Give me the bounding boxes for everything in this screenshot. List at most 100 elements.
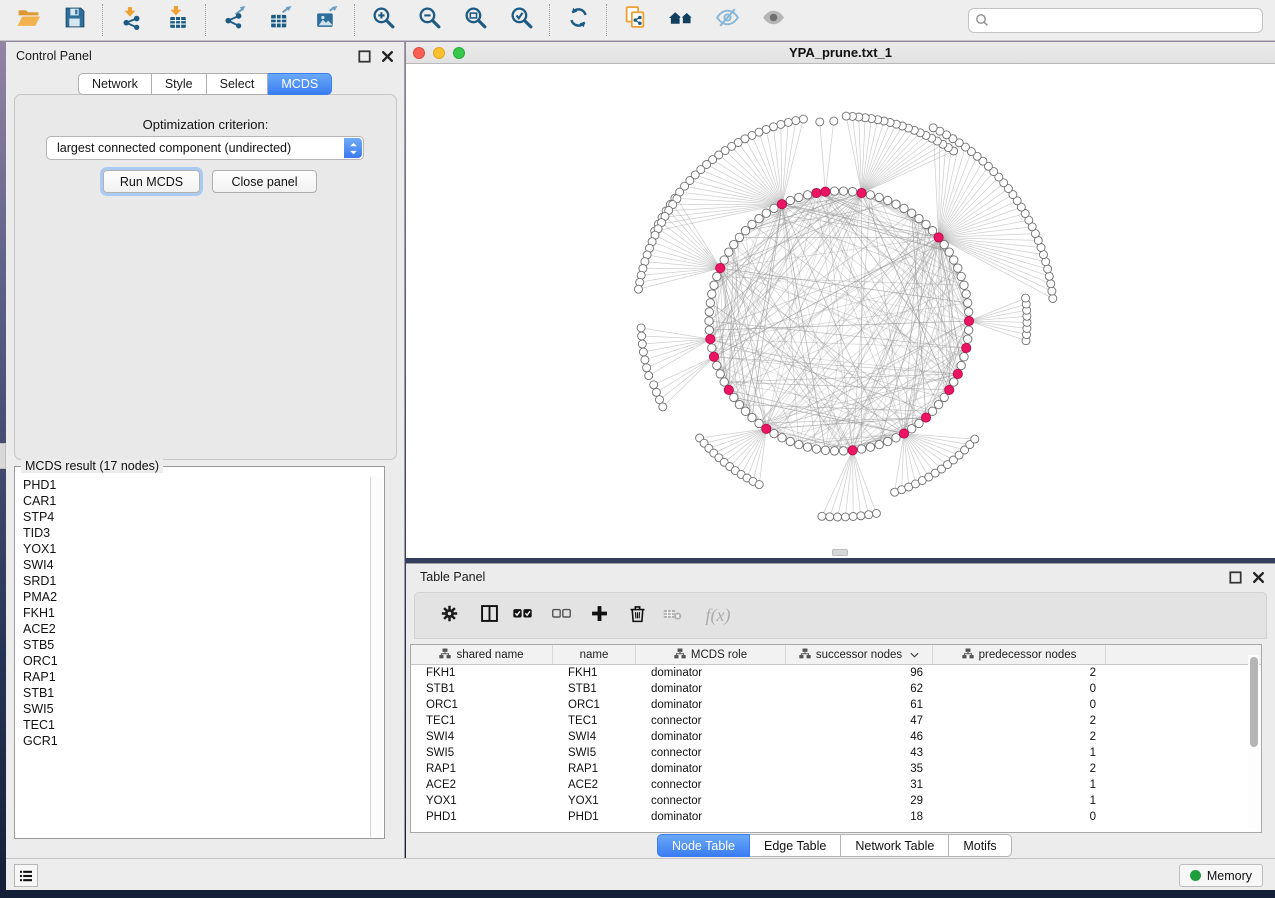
network-node[interactable] bbox=[830, 117, 838, 125]
mcds-result-item[interactable]: GCR1 bbox=[16, 733, 370, 749]
network-node[interactable] bbox=[849, 513, 857, 521]
column-header-name[interactable]: name bbox=[553, 645, 636, 664]
hide-selected-button[interactable] bbox=[713, 6, 741, 34]
network-hub-node[interactable] bbox=[848, 446, 857, 455]
mcds-result-item[interactable]: SWI5 bbox=[16, 701, 370, 717]
network-node[interactable] bbox=[816, 118, 824, 126]
network-node[interactable] bbox=[892, 200, 900, 208]
network-node[interactable] bbox=[839, 187, 847, 195]
network-node[interactable] bbox=[659, 403, 667, 411]
network-hub-node[interactable] bbox=[812, 188, 821, 197]
close-panel-icon[interactable] bbox=[1252, 571, 1265, 584]
tab-edge-table[interactable]: Edge Table bbox=[750, 834, 841, 857]
mcds-result-item[interactable]: ORC1 bbox=[16, 653, 370, 669]
mcds-result-item[interactable]: ACE2 bbox=[16, 621, 370, 637]
network-node[interactable] bbox=[957, 272, 965, 280]
network-node[interactable] bbox=[908, 425, 916, 433]
table-row[interactable]: ACE2ACE2connector311 bbox=[411, 777, 1261, 793]
table-scrollbar[interactable] bbox=[1248, 655, 1259, 828]
network-node[interactable] bbox=[755, 481, 763, 489]
network-hub-node[interactable] bbox=[962, 343, 971, 352]
network-node[interactable] bbox=[865, 511, 873, 519]
network-node[interactable] bbox=[929, 124, 937, 132]
network-node[interactable] bbox=[830, 447, 838, 455]
network-node[interactable] bbox=[641, 356, 649, 364]
network-node[interactable] bbox=[735, 400, 743, 408]
network-node[interactable] bbox=[770, 204, 778, 212]
network-node[interactable] bbox=[730, 240, 738, 248]
mcds-result-item[interactable]: STB1 bbox=[16, 685, 370, 701]
tab-motifs[interactable]: Motifs bbox=[949, 834, 1011, 857]
network-node[interactable] bbox=[964, 335, 972, 343]
network-node[interactable] bbox=[713, 272, 721, 280]
show-all-button[interactable] bbox=[759, 6, 787, 34]
vertical-splitter-handle[interactable] bbox=[0, 443, 6, 469]
mcds-list-scrollbar[interactable] bbox=[370, 477, 383, 837]
network-node[interactable] bbox=[792, 117, 800, 125]
run-mcds-button[interactable]: Run MCDS bbox=[103, 170, 200, 193]
network-node[interactable] bbox=[755, 214, 763, 222]
network-node[interactable] bbox=[650, 381, 658, 389]
network-node[interactable] bbox=[826, 513, 834, 521]
tab-network-table[interactable]: Network Table bbox=[841, 834, 949, 857]
network-hub-node[interactable] bbox=[899, 429, 908, 438]
close-panel-button[interactable]: Close panel bbox=[212, 170, 317, 193]
network-node[interactable] bbox=[713, 361, 721, 369]
network-node[interactable] bbox=[741, 407, 749, 415]
network-node[interactable] bbox=[637, 324, 645, 332]
table-row[interactable]: ORC1ORC1dominator610 bbox=[411, 697, 1261, 713]
network-node[interactable] bbox=[915, 214, 923, 222]
network-node[interactable] bbox=[635, 285, 643, 293]
import-table-button[interactable] bbox=[163, 6, 191, 34]
network-node[interactable] bbox=[892, 434, 900, 442]
zoom-fit-button[interactable] bbox=[461, 6, 489, 34]
open-button[interactable] bbox=[14, 6, 42, 34]
network-node[interactable] bbox=[784, 118, 792, 126]
network-node[interactable] bbox=[962, 290, 970, 298]
table-scrollbar-thumb[interactable] bbox=[1250, 657, 1258, 747]
mcds-result-item[interactable]: RAP1 bbox=[16, 669, 370, 685]
network-node[interactable] bbox=[645, 372, 653, 380]
network-node[interactable] bbox=[777, 120, 785, 128]
network-node[interactable] bbox=[638, 332, 646, 340]
network-node[interactable] bbox=[818, 512, 826, 520]
network-node[interactable] bbox=[770, 429, 778, 437]
network-node[interactable] bbox=[770, 123, 778, 131]
tab-style[interactable]: Style bbox=[152, 73, 207, 95]
refresh-button[interactable] bbox=[564, 6, 592, 34]
network-node[interactable] bbox=[945, 248, 953, 256]
mcds-result-item[interactable]: SRD1 bbox=[16, 573, 370, 589]
network-node[interactable] bbox=[960, 353, 968, 361]
network-node[interactable] bbox=[857, 445, 865, 453]
network-node[interactable] bbox=[950, 378, 958, 386]
network-hub-node[interactable] bbox=[821, 187, 830, 196]
network-node[interactable] bbox=[1044, 265, 1052, 273]
network-node[interactable] bbox=[735, 233, 743, 241]
network-node[interactable] bbox=[900, 204, 908, 212]
network-node[interactable] bbox=[875, 440, 883, 448]
table-row[interactable]: YOX1YOX1connector291 bbox=[411, 793, 1261, 809]
table-row[interactable]: TEC1TEC1connector472 bbox=[411, 713, 1261, 729]
deselect-all-button[interactable] bbox=[549, 604, 573, 628]
mcds-result-item[interactable]: YOX1 bbox=[16, 541, 370, 557]
network-node[interactable] bbox=[708, 290, 716, 298]
network-hub-node[interactable] bbox=[921, 413, 930, 422]
mcds-result-item[interactable]: FKH1 bbox=[16, 605, 370, 621]
network-node[interactable] bbox=[848, 188, 856, 196]
optimization-criterion-select[interactable]: largest connected component (undirected) bbox=[46, 136, 364, 160]
network-node[interactable] bbox=[957, 361, 965, 369]
network-node[interactable] bbox=[1049, 295, 1057, 303]
table-row[interactable]: RAP1RAP1dominator352 bbox=[411, 761, 1261, 777]
network-node[interactable] bbox=[705, 308, 713, 316]
table-mode-button[interactable] bbox=[437, 604, 461, 628]
mcds-result-item[interactable]: PHD1 bbox=[16, 477, 370, 493]
float-window-icon[interactable] bbox=[1229, 571, 1242, 584]
show-columns-button[interactable] bbox=[477, 604, 501, 628]
network-node[interactable] bbox=[705, 317, 713, 325]
zoom-selected-button[interactable] bbox=[507, 6, 535, 34]
network-node[interactable] bbox=[971, 435, 979, 443]
network-hub-node[interactable] bbox=[716, 264, 725, 273]
network-node[interactable] bbox=[830, 187, 838, 195]
zoom-in-button[interactable] bbox=[369, 6, 397, 34]
network-node[interactable] bbox=[1048, 287, 1056, 295]
